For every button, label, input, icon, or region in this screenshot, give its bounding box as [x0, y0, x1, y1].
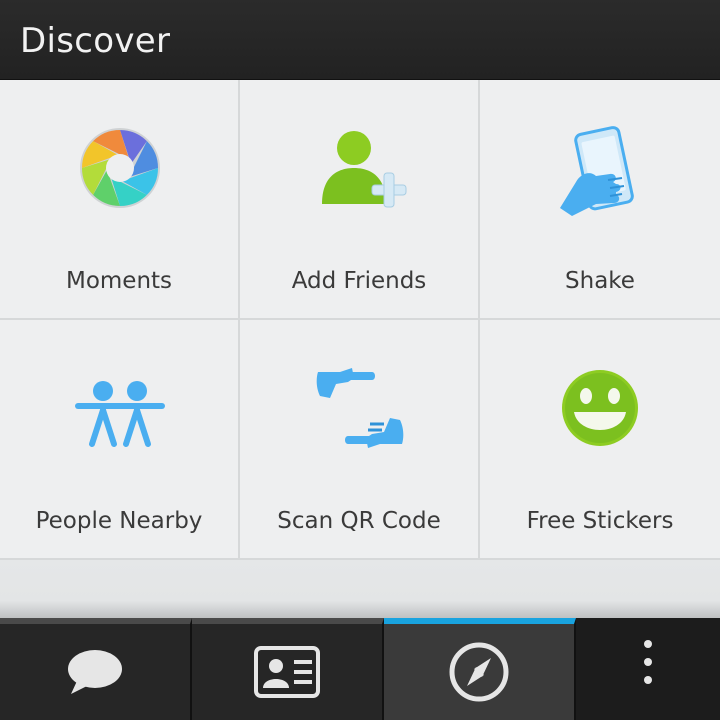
discover-grid: Moments Add Friends Shake People Nearby …: [0, 80, 720, 560]
tile-label: Shake: [565, 268, 635, 294]
tile-people-nearby[interactable]: People Nearby: [0, 320, 240, 560]
tab-contacts[interactable]: [192, 618, 384, 720]
aperture-icon: [70, 118, 170, 218]
tile-label: People Nearby: [35, 508, 203, 534]
tile-label: Add Friends: [291, 268, 427, 294]
tile-shake[interactable]: Shake: [480, 80, 720, 320]
tile-scan-qr-code[interactable]: Scan QR Code: [240, 320, 480, 560]
tile-moments[interactable]: Moments: [0, 80, 240, 320]
tab-chats[interactable]: [0, 618, 192, 720]
compass-icon: [449, 642, 509, 702]
bottom-tab-bar: [0, 618, 720, 720]
shake-phone-icon: [550, 118, 650, 218]
add-person-icon: [310, 118, 410, 218]
tile-label: Moments: [65, 268, 173, 294]
tile-label: Scan QR Code: [277, 508, 441, 534]
page-title: Discover: [20, 21, 171, 61]
empty-area: [0, 560, 720, 618]
chat-bubble-icon: [68, 650, 122, 694]
title-bar: Discover: [0, 0, 720, 80]
tile-label: Free Stickers: [526, 508, 674, 534]
contacts-card-icon: [254, 646, 320, 698]
more-vertical-icon: [644, 640, 652, 694]
overflow-menu-button[interactable]: [576, 618, 720, 720]
tile-free-stickers[interactable]: Free Stickers: [480, 320, 720, 560]
scan-hands-icon: [310, 358, 410, 458]
tile-add-friends[interactable]: Add Friends: [240, 80, 480, 320]
people-nearby-icon: [70, 358, 170, 458]
smiley-icon: [550, 358, 650, 458]
tab-discover[interactable]: [384, 618, 576, 720]
